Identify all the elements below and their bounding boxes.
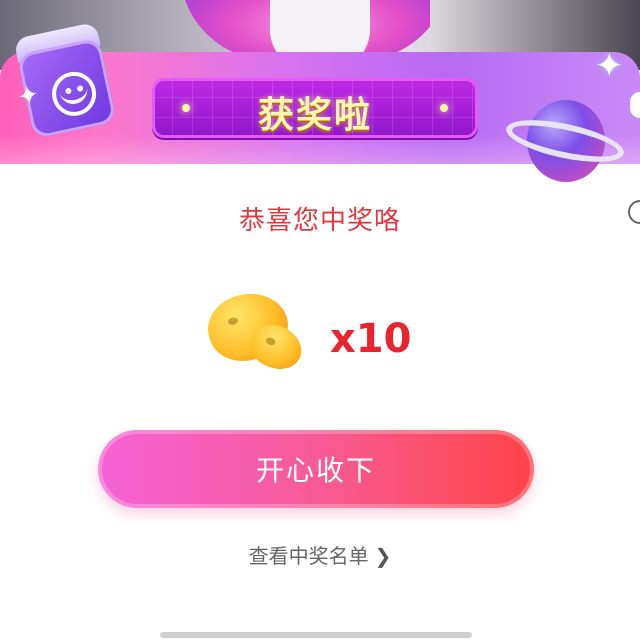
bean-spot bbox=[227, 316, 239, 326]
banner-title: 获奖啦 bbox=[257, 95, 372, 136]
planet-icon bbox=[502, 100, 628, 190]
chevron-right-icon: ❯ bbox=[374, 544, 392, 568]
bean-spot bbox=[264, 336, 277, 347]
star-sparkle-icon: ✦ bbox=[595, 46, 624, 86]
side-tab[interactable] bbox=[630, 92, 640, 118]
home-indicator[interactable] bbox=[160, 632, 472, 638]
accept-prize-button[interactable]: 开心收下 bbox=[98, 430, 534, 508]
prize-display: x10 bbox=[200, 284, 460, 380]
view-winners-label: 查看中奖名单 bbox=[248, 544, 369, 568]
view-winners-link[interactable]: 查看中奖名单 ❯ bbox=[0, 540, 640, 569]
banner-title-plate: 获奖啦 bbox=[152, 78, 478, 138]
prize-count: x10 bbox=[330, 316, 412, 362]
congrats-message: 恭喜您中奖咯 bbox=[238, 206, 401, 236]
smiley-cube-mascot-icon: ✦ bbox=[0, 20, 126, 150]
